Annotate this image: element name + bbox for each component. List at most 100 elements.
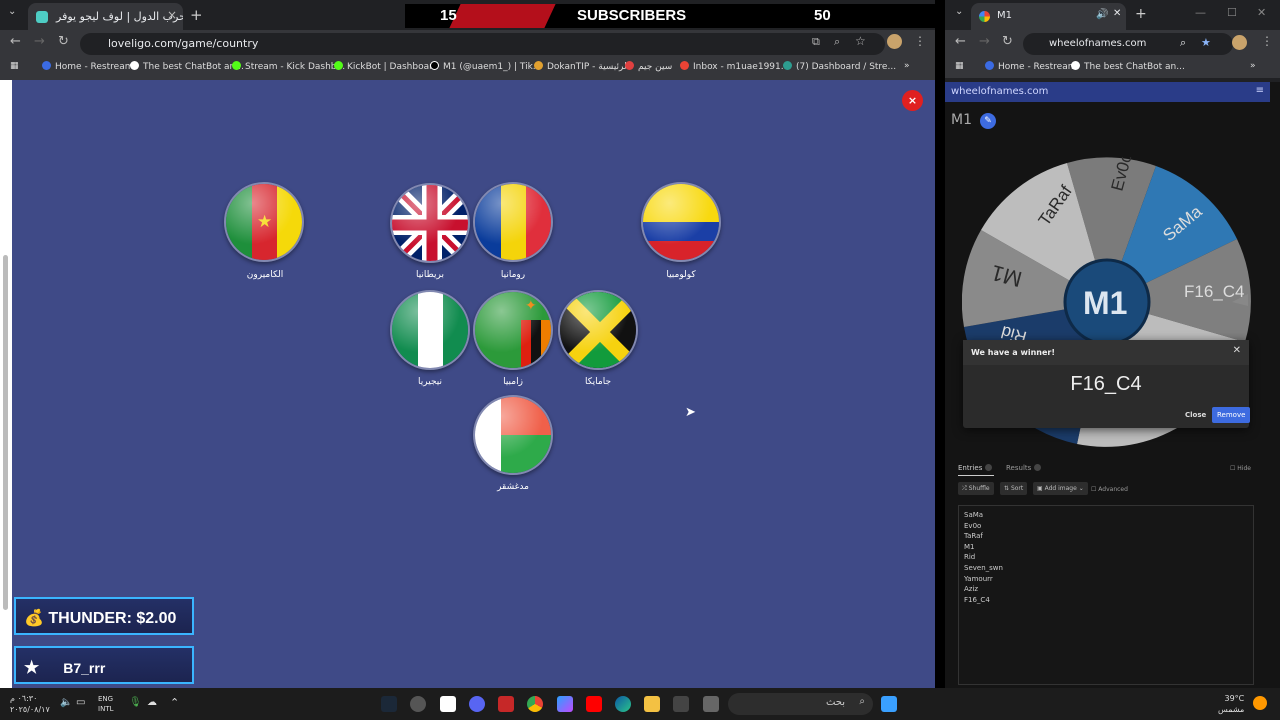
tab-wheelofnames[interactable]: M1 🔊 ✕ xyxy=(971,3,1126,30)
add-image-dropdown[interactable]: ▣ Add image ⌄ xyxy=(1033,482,1088,495)
task-view-icon[interactable] xyxy=(703,696,719,712)
zambia-flag-icon[interactable]: ✦ xyxy=(473,290,553,370)
tab-close-icon[interactable]: × xyxy=(167,8,177,22)
nigeria-flag-icon[interactable] xyxy=(390,290,470,370)
clock-date: ٢٠٢٥/٠٨/١٧ xyxy=(10,705,50,714)
steam-icon[interactable] xyxy=(381,696,397,712)
window-close-icon[interactable]: ✕ xyxy=(1257,6,1266,19)
bookmark-star-icon[interactable]: ★ xyxy=(1201,36,1211,49)
volume-icon[interactable]: 🔈 xyxy=(60,697,72,708)
edit-pencil-icon[interactable]: ✎ xyxy=(980,113,996,129)
bookmark-tiktok[interactable]: M1 (@uaem1_) | Tik... xyxy=(430,61,541,72)
bookmark-kickbot[interactable]: KickBot | Dashboard xyxy=(334,61,438,72)
profile-avatar[interactable] xyxy=(1232,35,1247,50)
subscriber-count: 15 xyxy=(440,7,457,24)
bookmark-label: Home - Restream xyxy=(998,62,1077,72)
bookmark-inbox[interactable]: Inbox - m1uae1991... xyxy=(680,61,789,72)
new-tab-icon[interactable]: + xyxy=(1135,6,1147,22)
maximize-icon[interactable]: ☐ xyxy=(1227,6,1237,19)
game-close-button[interactable]: × xyxy=(902,90,923,111)
zoom-icon[interactable]: ⌕ xyxy=(834,35,840,49)
reload-icon[interactable]: ↻ xyxy=(1002,34,1013,49)
minimize-icon[interactable]: — xyxy=(1195,6,1206,19)
tab-close-icon[interactable]: ✕ xyxy=(1113,8,1121,19)
tab-search-chevron-icon[interactable]: ⌄ xyxy=(955,6,963,17)
menu-kebab-icon[interactable]: ⋮ xyxy=(1261,34,1273,48)
tray-overflow-icon[interactable]: ⌃ xyxy=(170,696,179,709)
new-tab-icon[interactable]: + xyxy=(190,6,203,24)
bookmark-dokantip[interactable]: DokanTIP - الرئيسية xyxy=(534,61,629,72)
bookmark-kick-dashboard[interactable]: Stream - Kick Dashb... xyxy=(232,61,345,72)
tab-search-chevron-icon[interactable]: ⌄ xyxy=(8,6,16,17)
tab-loveligo[interactable]: لعبة حرب الدول | لوف ليجو يوفر× xyxy=(28,3,183,30)
weather-widget[interactable]: 39°C مشمس xyxy=(1218,693,1244,715)
bookmark-star-icon[interactable]: ☆ xyxy=(855,34,866,48)
tab-label: Entries xyxy=(958,464,983,472)
sort-button[interactable]: ⇅ Sort xyxy=(1000,482,1028,495)
remove-button[interactable]: Remove xyxy=(1212,407,1251,423)
capcut-icon[interactable] xyxy=(440,696,456,712)
advanced-checkbox[interactable]: ☐ Advanced xyxy=(1091,486,1128,493)
taskbar-search[interactable]: بحث ⌕ xyxy=(728,693,873,715)
tab-entries[interactable]: Entries xyxy=(958,464,992,472)
url-field[interactable]: wheelofnames.com ⌕ ★ xyxy=(1023,33,1233,55)
uk-flag-icon[interactable] xyxy=(390,183,470,263)
bookmark-restream[interactable]: Home - Restream xyxy=(985,61,1076,72)
back-icon[interactable]: ← xyxy=(955,34,966,49)
bookmark-label: Home - Restream xyxy=(55,62,134,72)
site-name: wheelofnames.com xyxy=(951,86,1049,97)
zoom-icon[interactable]: ⌕ xyxy=(1180,36,1186,50)
bookmarks-overflow-icon[interactable]: » xyxy=(1250,61,1256,71)
store-icon[interactable] xyxy=(673,696,689,712)
youtube-icon[interactable] xyxy=(586,696,602,712)
copilot-icon[interactable] xyxy=(557,696,573,712)
clock[interactable]: ٠٦:٣٠ م ٢٠٢٥/٠٨/١٧ xyxy=(10,693,50,715)
apps-grid-icon[interactable]: ▦ xyxy=(955,61,964,71)
bookmark-seen-jeem[interactable]: سين جيم xyxy=(625,61,672,72)
hide-checkbox[interactable]: ☐ Hide xyxy=(1230,465,1251,472)
url-field[interactable]: loveligo.com/game/country xyxy=(80,33,885,55)
microphone-icon[interactable]: 🎙 xyxy=(129,697,142,708)
cloud-icon[interactable]: ☁ xyxy=(147,697,157,708)
romania-flag-icon[interactable] xyxy=(473,182,553,262)
page-scrollbar[interactable] xyxy=(3,255,8,610)
bookmarks-overflow-icon[interactable]: » xyxy=(904,61,910,71)
lang-layout: INTL xyxy=(98,705,114,713)
bookmark-dashboard[interactable]: (7) Dashboard / Stre... xyxy=(783,61,896,72)
bookmark-label: M1 (@uaem1_) | Tik... xyxy=(443,62,542,72)
dialog-close-icon[interactable]: ✕ xyxy=(1233,345,1241,356)
shuffle-button[interactable]: ⤮ Shuffle xyxy=(958,482,994,495)
streamlabs-icon[interactable] xyxy=(498,696,514,712)
jamaica-flag-icon[interactable] xyxy=(558,290,638,370)
bookmark-chatbot[interactable]: The best ChatBot an... xyxy=(1071,61,1185,72)
reload-icon[interactable]: ↻ xyxy=(58,34,69,49)
windows-start-icon[interactable] xyxy=(881,696,897,712)
colombia-flag-icon[interactable] xyxy=(641,182,721,262)
button-label: Shuffle xyxy=(968,485,990,492)
forward-icon[interactable]: → xyxy=(979,34,990,49)
back-icon[interactable]: ← xyxy=(10,34,21,49)
translate-icon[interactable]: ⧉ xyxy=(812,35,820,49)
language-indicator[interactable]: ENG INTL xyxy=(98,694,113,714)
chrome-icon[interactable] xyxy=(527,696,543,712)
obs-icon[interactable] xyxy=(410,696,426,712)
close-button[interactable]: Close xyxy=(1185,411,1206,419)
hamburger-menu-icon[interactable]: ≡ xyxy=(1256,85,1264,96)
edge-icon[interactable] xyxy=(615,696,631,712)
bookmark-restream[interactable]: Home - Restream xyxy=(42,61,133,72)
menu-kebab-icon[interactable]: ⋮ xyxy=(914,34,926,48)
apps-grid-icon[interactable]: ▦ xyxy=(10,61,19,71)
madagascar-flag-icon[interactable] xyxy=(473,395,553,475)
money-bag-icon: 💰 xyxy=(24,610,44,627)
button-label: Sort xyxy=(1010,485,1024,492)
audio-icon[interactable]: 🔊 xyxy=(1096,9,1108,20)
tab-results[interactable]: Results xyxy=(1006,464,1041,472)
entries-textarea[interactable]: SaMa Ev0o TaRaf M1 Rid Seven_swn Yamourr… xyxy=(958,505,1254,685)
network-icon[interactable]: ▭ xyxy=(76,697,85,708)
cameroon-flag-icon[interactable]: ★ xyxy=(224,182,304,262)
discord-icon[interactable] xyxy=(469,696,485,712)
file-explorer-icon[interactable] xyxy=(644,696,660,712)
forward-icon[interactable]: → xyxy=(34,34,45,49)
bookmark-chatbot[interactable]: The best ChatBot an... xyxy=(130,61,244,72)
profile-avatar[interactable] xyxy=(887,34,902,49)
